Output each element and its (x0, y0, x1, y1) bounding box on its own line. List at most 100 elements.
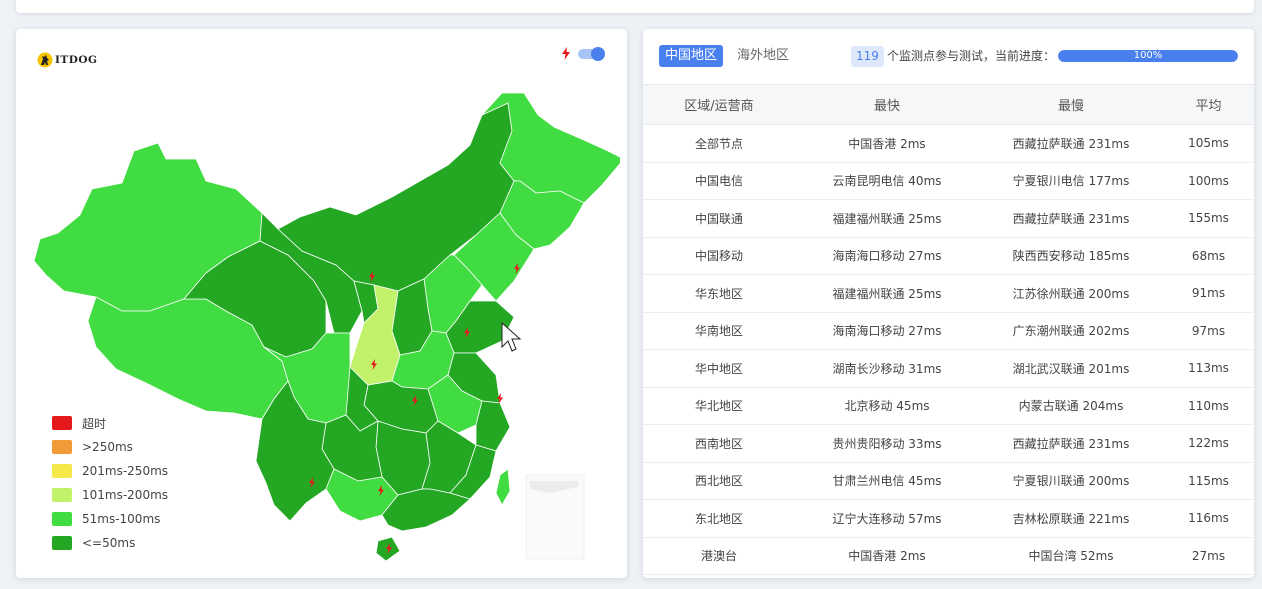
tab-china[interactable]: 中国地区 (659, 45, 724, 67)
table-row[interactable]: 全部节点 中国香港 2ms 西藏拉萨联通 231ms 105ms (643, 124, 1254, 163)
table-row[interactable]: 华东地区 福建福州联通 25ms 江苏徐州联通 200ms 91ms (643, 274, 1254, 313)
cell-fastest: 湖南长沙移动 31ms (795, 349, 979, 388)
cell-fastest: 辽宁大连移动 57ms (795, 499, 979, 538)
map-card: ITDOG 超时 >250ms 201ms-250ms 101ms-200ms … (16, 29, 627, 578)
cell-slowest: 中国台湾 52ms (979, 537, 1163, 575)
cell-region: 东北地区 (643, 499, 795, 538)
table-row[interactable]: 华北地区 北京移动 45ms 内蒙古联通 204ms 110ms (643, 387, 1254, 425)
cell-slowest: 陕西西安移动 185ms (979, 237, 1163, 275)
top-panel-edge (16, 0, 1254, 13)
monitor-count-badge: 119 (851, 46, 884, 67)
header-average[interactable]: 平均 (1163, 84, 1254, 125)
cell-fastest: 云南昆明电信 40ms (795, 162, 979, 200)
mouse-cursor-icon (501, 321, 522, 352)
header-region[interactable]: 区域/运营商 (643, 84, 795, 125)
legend-swatch (52, 488, 72, 502)
cell-slowest: 内蒙古联通 204ms (979, 387, 1163, 425)
cell-region: 华北地区 (643, 387, 795, 425)
cell-region: 华南地区 (643, 312, 795, 350)
legend-item: <=50ms (52, 531, 168, 555)
table-row[interactable]: 西南地区 贵州贵阳移动 33ms 西藏拉萨联通 231ms 122ms (643, 424, 1254, 463)
cell-fastest: 海南海口移动 27ms (795, 312, 979, 350)
cell-slowest: 湖北武汉联通 201ms (979, 349, 1163, 388)
cell-average: 100ms (1163, 162, 1254, 200)
header-slowest[interactable]: 最慢 (979, 84, 1163, 125)
cell-slowest: 江苏徐州联通 200ms (979, 274, 1163, 313)
region-zhejiang[interactable] (475, 400, 511, 452)
cell-region: 华东地区 (643, 274, 795, 313)
cell-fastest: 甘肃兰州电信 45ms (795, 462, 979, 500)
table-header-row: 区域/运营商 最快 最慢 平均 (643, 84, 1254, 125)
legend-label: 201ms-250ms (82, 464, 169, 478)
legend-swatch (52, 416, 72, 430)
legend-swatch (52, 536, 72, 550)
cell-slowest: 西藏拉萨联通 231ms (979, 199, 1163, 238)
monitor-count-text: 个监测点参与测试，当前进度： (887, 49, 1056, 63)
dog-logo-icon (37, 52, 53, 68)
cell-average: 110ms (1163, 387, 1254, 425)
cell-fastest: 海南海口移动 27ms (795, 237, 979, 275)
table-row[interactable]: 中国移动 海南海口移动 27ms 陕西西安移动 185ms 68ms (643, 237, 1254, 275)
cell-average: 122ms (1163, 424, 1254, 463)
legend-swatch (52, 464, 72, 478)
region-taiwan[interactable] (495, 468, 511, 506)
itdog-logo: ITDOG (37, 51, 97, 69)
map-toggle-group (562, 46, 605, 61)
legend-label: <=50ms (82, 536, 136, 550)
map-legend: 超时 >250ms 201ms-250ms 101ms-200ms 51ms-100ms… (52, 411, 168, 555)
cell-slowest: 西藏拉萨联通 231ms (979, 124, 1163, 163)
cell-fastest: 福建福州联通 25ms (795, 199, 979, 238)
table-row[interactable]: 港澳台 中国香港 2ms 中国台湾 52ms 27ms (643, 537, 1254, 575)
cell-slowest: 西藏拉萨联通 231ms (979, 424, 1163, 463)
cell-average: 27ms (1163, 537, 1254, 575)
cell-region: 中国电信 (643, 162, 795, 200)
legend-label: >250ms (82, 440, 133, 454)
legend-label: 51ms-100ms (82, 512, 161, 526)
lightning-icon (562, 47, 570, 60)
table-row[interactable]: 中国联通 福建福州联通 25ms 西藏拉萨联通 231ms 155ms (643, 199, 1254, 238)
legend-item: 201ms-250ms (52, 459, 168, 483)
table-row[interactable]: 华中地区 湖南长沙移动 31ms 湖北武汉联通 201ms 113ms (643, 349, 1254, 388)
table-row[interactable]: 中国电信 云南昆明电信 40ms 宁夏银川电信 177ms 100ms (643, 162, 1254, 200)
cell-region: 西北地区 (643, 462, 795, 500)
region-tabs: 中国地区 海外地区 119 个监测点参与测试，当前进度： 100% (643, 29, 1254, 84)
legend-swatch (52, 440, 72, 454)
cell-fastest: 中国香港 2ms (795, 124, 979, 163)
table-row[interactable]: 东北地区 辽宁大连移动 57ms 吉林松原联通 221ms 116ms (643, 499, 1254, 538)
cell-region: 港澳台 (643, 537, 795, 575)
legend-item: 101ms-200ms (52, 483, 168, 507)
cell-average: 68ms (1163, 237, 1254, 275)
logo-text: ITDOG (55, 54, 98, 66)
cell-region: 中国移动 (643, 237, 795, 275)
toggle-knob (591, 46, 605, 61)
cell-average: 113ms (1163, 349, 1254, 388)
cell-average: 97ms (1163, 312, 1254, 350)
legend-item: 51ms-100ms (52, 507, 168, 531)
cell-fastest: 贵州贵阳移动 33ms (795, 424, 979, 463)
table-row[interactable]: 华南地区 海南海口移动 27ms 广东潮州联通 202ms 97ms (643, 312, 1254, 350)
cell-region: 全部节点 (643, 124, 795, 163)
cell-fastest: 福建福州联通 25ms (795, 274, 979, 313)
legend-label: 101ms-200ms (82, 488, 169, 502)
tab-overseas[interactable]: 海外地区 (737, 45, 789, 67)
legend-item: >250ms (52, 435, 168, 459)
cell-slowest: 吉林松原联通 221ms (979, 499, 1163, 538)
cell-fastest: 北京移动 45ms (795, 387, 979, 425)
legend-label: 超时 (82, 416, 107, 431)
cell-average: 116ms (1163, 499, 1254, 538)
cell-slowest: 广东潮州联通 202ms (979, 312, 1163, 350)
cell-slowest: 宁夏银川电信 177ms (979, 162, 1163, 200)
results-card: 中国地区 海外地区 119 个监测点参与测试，当前进度： 100% 区域/运营商… (643, 29, 1254, 578)
progress-bar: 100% (1058, 50, 1238, 62)
legend-item: 超时 (52, 411, 168, 435)
cell-average: 105ms (1163, 124, 1254, 163)
cell-average: 155ms (1163, 199, 1254, 238)
cell-region: 华中地区 (643, 349, 795, 388)
header-fastest[interactable]: 最快 (795, 84, 979, 125)
table-row[interactable]: 西北地区 甘肃兰州电信 45ms 宁夏银川联通 200ms 115ms (643, 462, 1254, 500)
cell-average: 115ms (1163, 462, 1254, 500)
cell-slowest: 宁夏银川联通 200ms (979, 462, 1163, 500)
cell-fastest: 中国香港 2ms (795, 537, 979, 575)
results-table: 区域/运营商 最快 最慢 平均 全部节点 中国香港 2ms 西藏拉萨联通 231ms… (643, 84, 1254, 575)
lightning-toggle[interactable] (578, 46, 605, 61)
